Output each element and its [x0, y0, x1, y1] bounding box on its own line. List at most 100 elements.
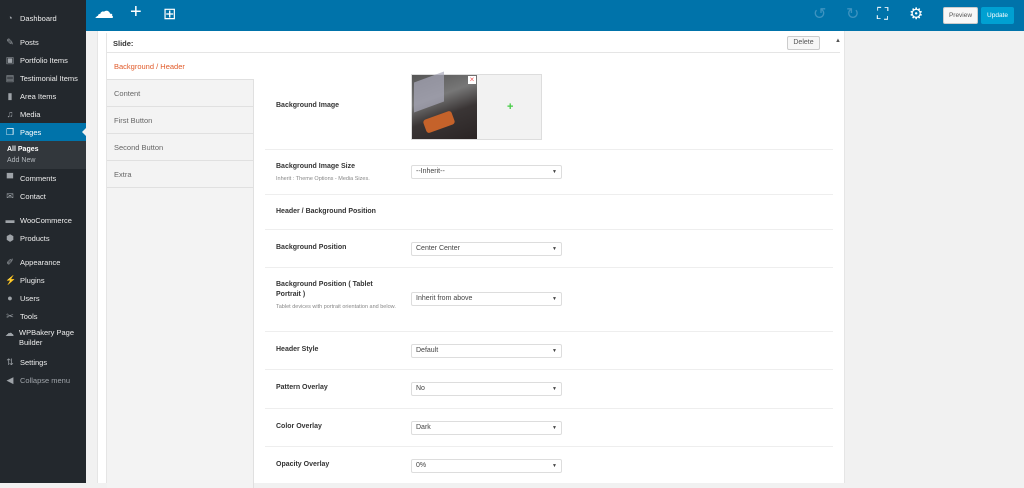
tab-background-header[interactable]: Background / Header [107, 53, 254, 80]
sidebar-label: Dashboard [20, 13, 57, 23]
media-icon: ♫ [6, 109, 14, 119]
sidebar-item-testimonial[interactable]: ▤ Testimonial Items [0, 69, 86, 87]
admin-sidebar: ◔ Dashboard ✎ Posts ▣ Portfolio Items ▤ Test… [0, 0, 86, 483]
field-description: Tablet devices with portrait orientation… [276, 304, 396, 310]
sidebar-item-comments[interactable]: ▀ Comments [0, 169, 86, 187]
redo-icon[interactable]: ↻ [846, 7, 859, 23]
undo-icon[interactable]: ↺ [813, 7, 826, 23]
tab-content[interactable]: Content [107, 80, 254, 107]
comment-icon: ▀ [6, 173, 14, 183]
dropdown-arrow-icon: ▼ [552, 425, 557, 431]
sidebar-item-appearance[interactable]: ✐ Appearance [0, 253, 86, 271]
woocommerce-icon: ▬ [5, 215, 15, 225]
fullscreen-icon[interactable]: ⛶ [877, 7, 888, 23]
sidebar-item-woocommerce[interactable]: ▬ WooCommerce [0, 211, 86, 229]
sidebar-item-wpbakery[interactable]: ☁ WPBakery Page Builder [0, 325, 86, 353]
sidebar-item-posts[interactable]: ✎ Posts [0, 33, 86, 51]
pages-submenu: All Pages Add New [0, 141, 86, 169]
wpbakery-logo-icon[interactable]: ☁ [94, 2, 114, 22]
sidebar-label: Area Items [20, 91, 57, 101]
dropdown-arrow-icon: ▼ [552, 348, 557, 354]
image-picker[interactable]: × + [411, 71, 542, 140]
sidebar-label: Appearance [20, 257, 61, 267]
sidebar-label: Settings [20, 357, 48, 367]
sidebar-item-plugins[interactable]: ⚡ Plugins [0, 271, 86, 289]
settings-rows: Background Image × + Background Image Si… [265, 71, 833, 485]
field-label: Header Style [276, 346, 319, 353]
sidebar-item-portfolio[interactable]: ▣ Portfolio Items [0, 51, 86, 69]
sidebar-label: Testimonial Items [20, 73, 78, 83]
field-label: Background Image [276, 102, 340, 109]
collapse-menu[interactable]: ◀ Collapse menu [0, 371, 86, 389]
sidebar-label: WooCommerce [20, 215, 72, 225]
brush-icon: ✐ [6, 257, 14, 267]
header-style-select[interactable]: Default ▼ [411, 344, 562, 358]
wpbakery-icon: ☁ [5, 328, 14, 338]
row-background-position-tablet: Background Position ( Tablet Portrait ) … [265, 268, 833, 332]
testimonial-icon: ▤ [5, 73, 15, 83]
dropdown-arrow-icon: ▼ [552, 386, 557, 392]
sidebar-label: Collapse menu [20, 375, 71, 385]
tab-second-button[interactable]: Second Button [107, 134, 254, 161]
row-opacity-overlay: Opacity Overlay 0% ▼ [265, 447, 833, 485]
tab-extra[interactable]: Extra [107, 161, 254, 188]
settings-gear-icon[interactable]: ⚙ [909, 7, 923, 23]
field-label: Color Overlay [276, 423, 322, 430]
collapse-icon: ◀ [6, 375, 14, 385]
sidebar-item-tools[interactable]: ✂ Tools [0, 307, 86, 325]
sidebar-item-products[interactable]: ⬢ Products [0, 229, 86, 247]
select-value: Inherit from above [416, 295, 473, 302]
sidebar-label: Comments [20, 173, 57, 183]
user-icon: ● [7, 293, 13, 303]
opacity-overlay-select[interactable]: 0% ▼ [411, 459, 562, 473]
select-value: Dark [416, 424, 431, 431]
select-value: Center Center [416, 245, 460, 252]
box-icon: ⬢ [6, 233, 14, 243]
remove-image-icon[interactable]: × [468, 76, 476, 84]
row-pattern-overlay: Pattern Overlay No ▼ [265, 370, 833, 409]
background-position-tablet-select[interactable]: Inherit from above ▼ [411, 292, 562, 306]
settings-icon: ⇅ [6, 357, 14, 367]
image-thumbnail [412, 71, 477, 139]
row-header-style: Header Style Default ▼ [265, 332, 833, 370]
field-description: Inherit : Theme Options - Media Sizes. [276, 176, 370, 182]
templates-icon[interactable]: ⊞ [163, 7, 176, 23]
background-image-size-select[interactable]: --Inherit-- ▼ [411, 165, 562, 179]
delete-button[interactable]: Delete [787, 36, 820, 50]
sidebar-label: Media [20, 109, 41, 119]
submenu-all-pages[interactable]: All Pages [0, 144, 86, 155]
sidebar-item-dashboard[interactable]: ◔ Dashboard [0, 9, 86, 27]
row-background-image-size: Background Image Size Inherit : Theme Op… [265, 150, 833, 195]
settings-tabs: Background / Header Content First Button… [106, 53, 254, 488]
sidebar-item-users[interactable]: ● Users [0, 289, 86, 307]
select-value: No [416, 385, 425, 392]
sidebar-label: Tools [20, 311, 38, 321]
sidebar-item-area[interactable]: ▮ Area Items [0, 87, 86, 105]
sidebar-item-pages[interactable]: ❐ Pages [0, 123, 86, 141]
submenu-add-new[interactable]: Add New [0, 155, 86, 166]
sidebar-item-contact[interactable]: ✉ Contact [0, 187, 86, 205]
sidebar-item-media[interactable]: ♫ Media [0, 105, 86, 123]
dropdown-arrow-icon: ▼ [552, 169, 557, 175]
pattern-overlay-select[interactable]: No ▼ [411, 382, 562, 396]
color-overlay-select[interactable]: Dark ▼ [411, 421, 562, 435]
sidebar-label: Pages [20, 127, 42, 137]
row-header-background-position: Header / Background Position [265, 195, 833, 230]
add-element-icon[interactable]: + [130, 2, 142, 22]
pages-icon: ❐ [5, 127, 15, 137]
builder-toolbar: ☁ + ⊞ ↺ ↻ ⛶ ⚙ [86, 0, 1024, 31]
sidebar-item-settings[interactable]: ⇅ Settings [0, 353, 86, 371]
tab-first-button[interactable]: First Button [107, 107, 254, 134]
wrench-icon: ✂ [6, 311, 14, 321]
preview-button[interactable]: Preview [943, 7, 978, 24]
row-background-image: Background Image × + [265, 71, 833, 150]
collapse-caret-icon[interactable]: ▲ [835, 38, 841, 44]
dashboard-icon: ◔ [7, 13, 13, 23]
background-position-select[interactable]: Center Center ▼ [411, 242, 562, 256]
add-image-icon[interactable]: + [507, 101, 513, 113]
slide-panel: Slide: Delete ▲ Background / Header Cont… [97, 31, 845, 488]
update-button[interactable]: Update [981, 7, 1014, 24]
select-value: Default [416, 347, 439, 354]
select-value: --Inherit-- [416, 168, 445, 175]
row-background-position: Background Position Center Center ▼ [265, 230, 833, 268]
